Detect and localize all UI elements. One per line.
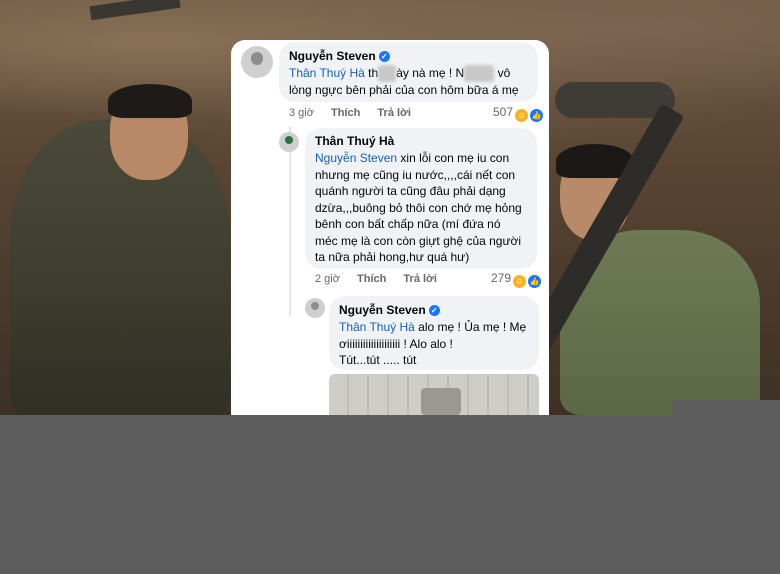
verified-badge-icon: ✓ <box>428 305 440 316</box>
comment-author[interactable]: Nguyễn Steven ✓ <box>289 49 390 63</box>
comment-time[interactable]: 2 giờ <box>315 273 340 285</box>
comment-actions: 2 giờ Thích Trả lời <box>315 273 451 285</box>
author-name[interactable]: Nguyễn Steven <box>339 303 426 317</box>
like-button[interactable]: Thích <box>331 107 360 119</box>
reply-button[interactable]: Trả lời <box>377 107 411 119</box>
reaction-number: 279 <box>491 271 512 285</box>
mention-link[interactable]: Nguyễn Steven <box>315 151 397 165</box>
overlay-corner <box>672 400 780 415</box>
soldier-left-hair <box>108 84 192 118</box>
reaction-number: 507 <box>493 105 514 119</box>
haha-icon: ☺ <box>515 109 529 122</box>
gray-overlay-region <box>0 415 780 574</box>
reaction-count[interactable]: 507 ☺ 👍 <box>493 105 544 122</box>
avatar[interactable] <box>279 132 299 152</box>
reaction-count[interactable]: 279 ☺ 👍 <box>491 271 542 288</box>
comment-time[interactable]: 3 giờ <box>289 107 314 119</box>
reply-button[interactable]: Trả lời <box>403 273 437 285</box>
avatar[interactable] <box>241 46 273 78</box>
like-icon: 👍 <box>530 109 544 122</box>
comment-text: Thân Thuý Hà alo mẹ ! Ủa mẹ ! Mẹ ơiiiiii… <box>339 320 527 367</box>
comment-thread-card: Nguyễn Steven✓ Thân Thuý Hà thxxxày nà m… <box>231 40 549 415</box>
comment-author[interactable]: Nguyễn Steven ✓ <box>339 303 440 317</box>
thread-line <box>289 126 291 316</box>
author-name[interactable]: Nguyễn Steven <box>289 49 376 63</box>
comment-author[interactable]: Thân Thuý Hà <box>315 134 394 148</box>
mention-link[interactable]: Thân Thuý Hà <box>289 66 365 80</box>
verified-badge-icon: ✓ <box>378 51 390 62</box>
haha-icon: ☺ <box>513 275 527 288</box>
like-icon: 👍 <box>528 275 542 288</box>
comment-text: Nguyễn Steven xin lỗi con mẹ iu con nhưn… <box>315 151 522 264</box>
comment-text: Thân Thuý Hà thxxxày nà mẹ ! Nổ đẹp vô l… <box>289 65 519 97</box>
attached-image[interactable] <box>329 374 539 415</box>
comment-actions: 3 giờ Thích Trả lời <box>289 107 425 119</box>
mention-link[interactable]: Thân Thuý Hà <box>339 320 415 334</box>
blurred-text: xxx <box>378 65 397 82</box>
author-name[interactable]: Thân Thuý Hà <box>315 134 394 148</box>
like-button[interactable]: Thích <box>357 273 386 285</box>
avatar[interactable] <box>305 298 325 318</box>
blurred-text: ổ đẹp <box>464 65 495 82</box>
